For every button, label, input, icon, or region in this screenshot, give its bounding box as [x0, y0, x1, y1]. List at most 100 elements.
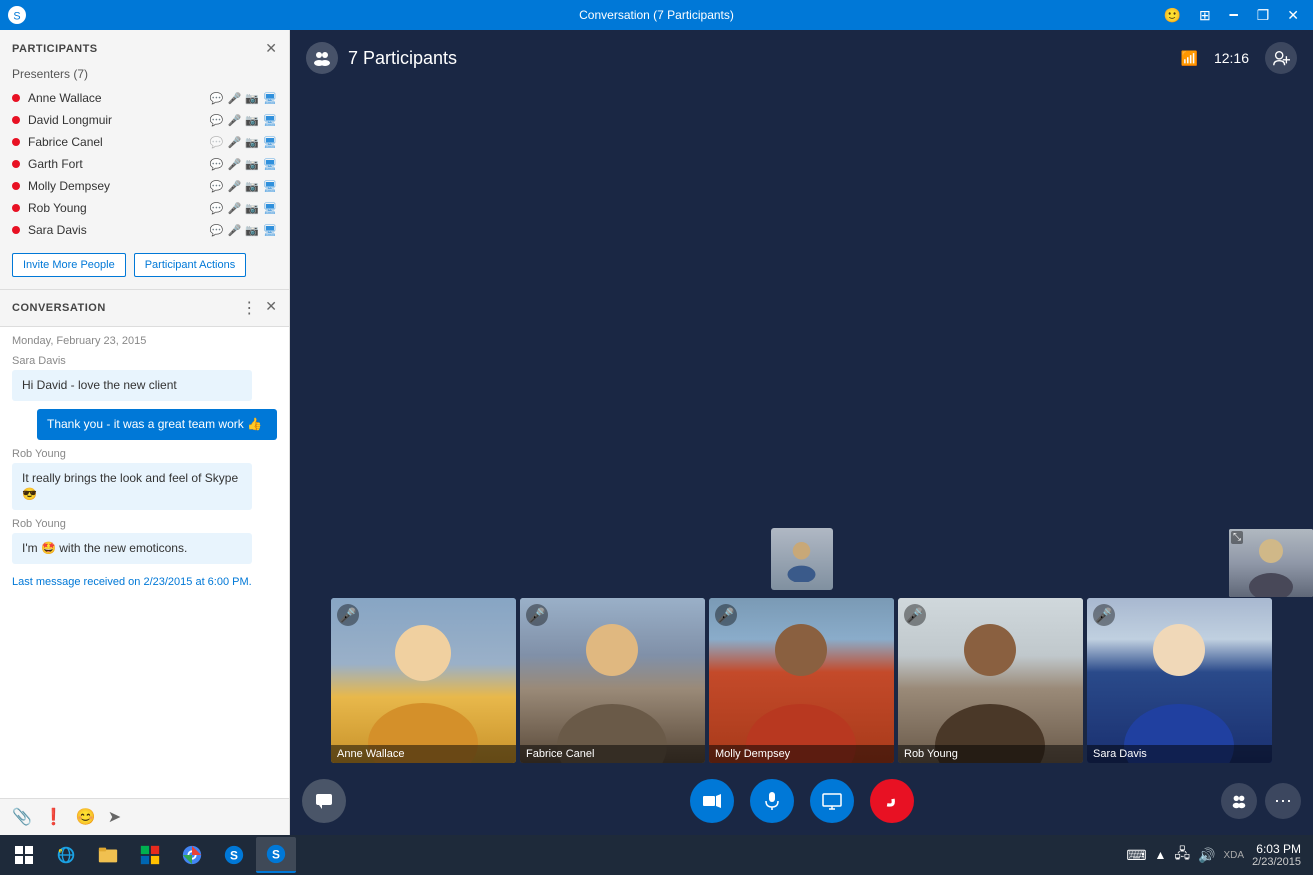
skype-taskbar-icon: S: [223, 844, 245, 866]
taskbar-left: e: [4, 837, 296, 873]
video-toggle-button[interactable]: [690, 779, 734, 823]
pip-expand-icon[interactable]: ⤡: [1231, 531, 1243, 544]
garth-tile-bg: [771, 528, 833, 590]
chat-bubble-self: Thank you - it was a great team work 👍: [37, 409, 277, 440]
clock-area: 6:03 PM 2/23/2015: [1252, 842, 1301, 868]
status-dot: [12, 138, 20, 146]
group-icon: [312, 48, 332, 68]
rob-young-tile[interactable]: 🎤 Rob Young: [898, 598, 1083, 763]
ie-button[interactable]: e: [46, 837, 86, 873]
start-button[interactable]: [4, 837, 44, 873]
mute-icon: 🎤: [904, 604, 926, 626]
important-icon[interactable]: ❗: [44, 807, 64, 827]
restore-icon[interactable]: ❐: [1251, 5, 1276, 26]
fabrice-canel-tile[interactable]: 🎤 Fabrice Canel: [520, 598, 705, 763]
participant-item[interactable]: Molly Dempsey 💬 🎤 📷 🖥: [0, 175, 289, 197]
garth-avatar: [784, 537, 819, 582]
screen-icon: 🖥: [263, 136, 277, 149]
skype-active-button[interactable]: S: [256, 837, 296, 873]
ie-icon: e: [55, 844, 77, 866]
ellipsis-icon: ⋯: [1274, 791, 1292, 812]
close-icon[interactable]: ✕: [1281, 5, 1305, 26]
participant-name: Anne Wallace: [28, 91, 210, 105]
screen-icon: 🖥: [263, 92, 277, 105]
video-icon: [702, 791, 722, 811]
tray-chevron[interactable]: ▲: [1155, 848, 1167, 862]
david-pip-wrapper: ⤡: [1229, 529, 1313, 597]
participant-name: Molly Dempsey: [28, 179, 210, 193]
time-display: 12:16: [1214, 50, 1249, 66]
video-area: 7 Participants 📶 12:16: [290, 30, 1313, 835]
video-row: 🎤 Anne Wallace: [294, 598, 1309, 763]
date-label: Monday, February 23, 2015: [12, 335, 277, 347]
volume-icon[interactable]: 🔊: [1198, 847, 1215, 864]
conversation-close-btn[interactable]: ✕: [265, 298, 277, 318]
chat-icon: 💬: [210, 92, 224, 105]
video-header-right: 📶 12:16: [1181, 42, 1297, 74]
svg-text:S: S: [272, 848, 280, 862]
sara-davis-tile[interactable]: 🎤 Sara Davis: [1087, 598, 1272, 763]
minimize-icon[interactable]: 🗕: [1223, 1, 1245, 29]
more-options-button[interactable]: ⋯: [1265, 783, 1301, 819]
video-icon: 📷: [245, 180, 259, 193]
attachment-icon[interactable]: 📎: [12, 807, 32, 827]
keyboard-icon: ⌨: [1126, 847, 1146, 864]
store-button[interactable]: [130, 837, 170, 873]
video-icon: 📷: [245, 202, 259, 215]
conversation-input-bar: 📎 ❗ 😊 ➤: [0, 798, 289, 835]
participant-name: Rob Young: [28, 201, 210, 215]
participant-actions-button[interactable]: Participant Actions: [134, 253, 247, 277]
grid-icon[interactable]: ⊞: [1193, 5, 1217, 26]
participant-list: Anne Wallace 💬 🎤 📷 🖥 David Longmuir 💬 🎤: [0, 87, 289, 241]
video-grid-wrapper: 🎤 Anne Wallace: [290, 86, 1313, 767]
participant-item[interactable]: Sara Davis 💬 🎤 📷 🖥: [0, 219, 289, 241]
tile-name: Anne Wallace: [331, 745, 516, 763]
conversation-header: CONVERSATION ⋮ ✕: [0, 290, 289, 327]
participants-section: PARTICIPANTS ✕ Presenters (7) Anne Walla…: [0, 30, 289, 289]
mic-muted-icon: 🎤: [228, 92, 242, 105]
emoji-icon[interactable]: 🙂: [1158, 5, 1187, 26]
screen-icon: [822, 791, 842, 811]
skype-taskbar-button[interactable]: S: [214, 837, 254, 873]
conv-header-controls: ⋮ ✕: [241, 298, 277, 318]
conversation-body: Monday, February 23, 2015 Sara Davis Hi …: [0, 327, 289, 798]
participant-icons: 💬 🎤 📷 🖥: [210, 114, 277, 127]
garth-fort-tile[interactable]: [771, 528, 833, 590]
explorer-button[interactable]: [88, 837, 128, 873]
participant-item[interactable]: Anne Wallace 💬 🎤 📷 🖥: [0, 87, 289, 109]
participant-item[interactable]: Rob Young 💬 🎤 📷 🖥: [0, 197, 289, 219]
windows-icon: [14, 845, 34, 865]
molly-dempsey-tile[interactable]: 🎤 Molly Dempsey: [709, 598, 894, 763]
mute-icon: 🎤: [715, 604, 737, 626]
participant-name: Sara Davis: [28, 223, 210, 237]
svg-text:S: S: [13, 11, 20, 23]
participant-item[interactable]: Fabrice Canel 💬 🎤 📷 🖥: [0, 131, 289, 153]
participant-item[interactable]: Garth Fort 💬 🎤 📷 🖥: [0, 153, 289, 175]
participants-close-btn[interactable]: ✕: [265, 40, 277, 57]
anne-wallace-tile[interactable]: 🎤 Anne Wallace: [331, 598, 516, 763]
participant-item[interactable]: David Longmuir 💬 🎤 📷 🖥: [0, 109, 289, 131]
taskbar: e: [0, 835, 1313, 875]
chrome-icon: [181, 844, 203, 866]
title-bar: S Conversation (7 Participants) 🙂 ⊞ 🗕 ❐ …: [0, 0, 1313, 30]
status-dot: [12, 94, 20, 102]
garth-small-wrapper: [294, 528, 1309, 590]
chrome-button[interactable]: [172, 837, 212, 873]
david-longmuir-pip-tile[interactable]: ⤡: [1229, 529, 1313, 597]
conversation-more-btn[interactable]: ⋮: [241, 298, 257, 318]
participant-icons: 💬 🎤 📷 🖥: [210, 202, 277, 215]
add-person-button[interactable]: [1265, 42, 1297, 74]
send-icon[interactable]: ➤: [108, 807, 121, 827]
participants-view-button[interactable]: [1221, 783, 1257, 819]
chat-toggle-btn[interactable]: [302, 779, 346, 823]
emoji-picker-icon[interactable]: 😊: [76, 807, 96, 827]
tile-name: Molly Dempsey: [709, 745, 894, 763]
chat-button[interactable]: [302, 779, 346, 823]
title-bar-controls: 🙂 ⊞ 🗕 ❐ ✕: [1158, 1, 1305, 29]
end-call-button[interactable]: [870, 779, 914, 823]
rob-tile-art: [898, 598, 1083, 763]
taskbar-right: ⌨ ▲ 🖧 🔊 XDA 6:03 PM 2/23/2015: [1126, 842, 1309, 868]
screen-share-button[interactable]: [810, 779, 854, 823]
invite-more-button[interactable]: Invite More People: [12, 253, 126, 277]
mic-toggle-button[interactable]: [750, 779, 794, 823]
